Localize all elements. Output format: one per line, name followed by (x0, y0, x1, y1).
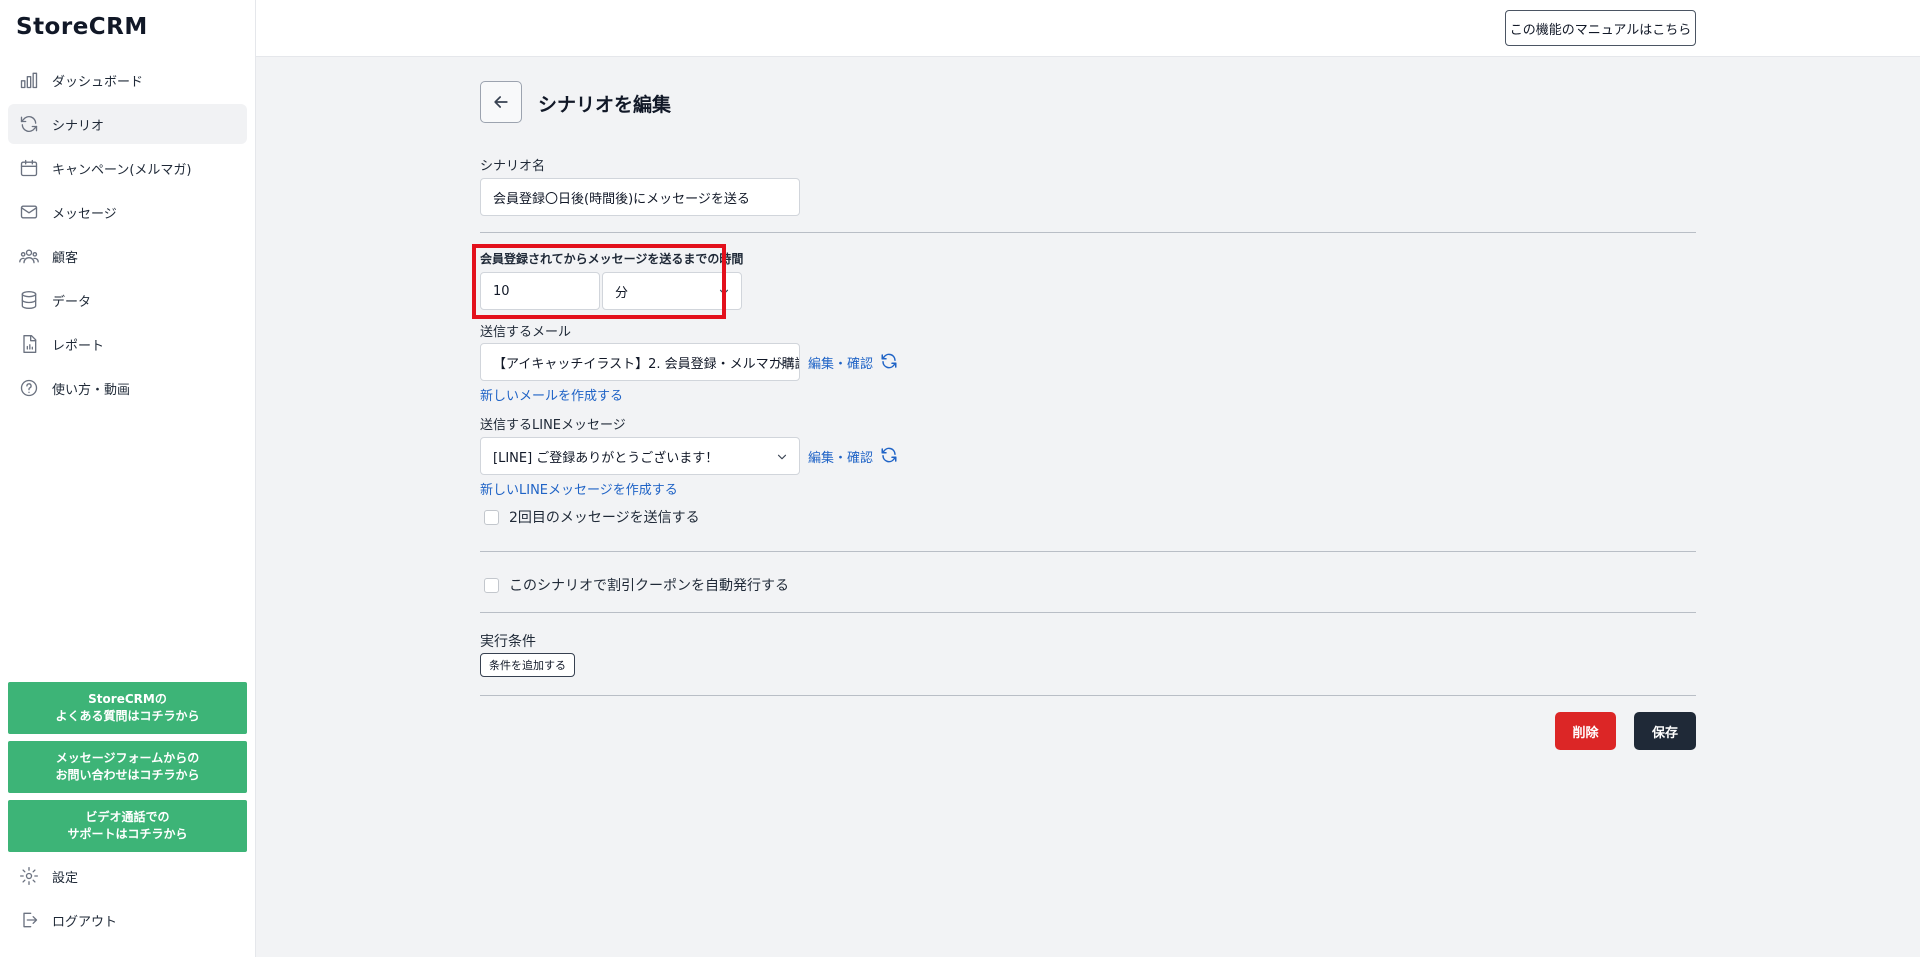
page-title: シナリオを編集 (538, 94, 672, 116)
sidebar-item-label: キャンペーン(メルマガ) (52, 162, 192, 178)
divider (480, 695, 1696, 696)
conditions-label: 実行条件 (480, 634, 536, 650)
save-button[interactable]: 保存 (1634, 712, 1696, 750)
chart-icon (18, 69, 40, 91)
logout-icon (18, 909, 40, 931)
back-button[interactable] (480, 81, 522, 123)
video-support-button[interactable]: ビデオ通話での サポートはコチラから (8, 800, 247, 852)
divider (480, 232, 1696, 233)
support-line: メッセージフォームからの (55, 751, 200, 765)
support-links: StoreCRMの よくある質問はコチラから メッセージフォームからの お問い合… (8, 682, 247, 859)
sidebar-bottom-nav: 設定 ログアウト (8, 856, 247, 944)
faq-button[interactable]: StoreCRMの よくある質問はコチラから (8, 682, 247, 734)
contact-form-button[interactable]: メッセージフォームからの お問い合わせはコチラから (8, 741, 247, 793)
sidebar-item-dashboard[interactable]: ダッシュボード (8, 60, 247, 100)
delete-button[interactable]: 削除 (1555, 712, 1616, 750)
manual-button[interactable]: この機能のマニュアルはこちら (1505, 10, 1696, 46)
sidebar-nav: ダッシュボード シナリオ キャンペーン(メルマガ) メッセージ 顧客 データ レ… (8, 60, 247, 412)
users-icon (18, 245, 40, 267)
sidebar-item-label: ログアウト (52, 914, 118, 930)
support-line: サポートはコチラから (67, 827, 188, 841)
sidebar-item-label: メッセージ (52, 206, 117, 222)
sidebar-item-label: 顧客 (52, 250, 79, 266)
sidebar: StoreCRM ダッシュボード シナリオ キャンペーン(メルマガ) メッセージ… (0, 0, 256, 957)
sidebar-item-data[interactable]: データ (8, 280, 247, 320)
email-selected-value: 【アイキャッチイラスト】2. 会員登録・メルマガ購読… (493, 356, 800, 372)
line-label: 送信するLINEメッセージ (480, 418, 626, 433)
gear-icon (18, 865, 40, 887)
line-edit-link[interactable]: 編集・確認 (808, 447, 873, 466)
app-root: StoreCRM ダッシュボード シナリオ キャンペーン(メルマガ) メッセージ… (0, 0, 1920, 957)
top-header: この機能のマニュアルはこちら (256, 0, 1920, 57)
sync-icon[interactable] (880, 352, 898, 370)
second-message-option[interactable]: 2回目のメッセージを送信する (484, 507, 700, 527)
new-line-link[interactable]: 新しいLINEメッセージを作成する (480, 479, 678, 498)
refresh-icon (18, 113, 40, 135)
mail-icon (18, 201, 40, 223)
sidebar-item-help[interactable]: 使い方・動画 (8, 368, 247, 408)
sidebar-item-label: レポート (52, 338, 105, 354)
database-icon (18, 289, 40, 311)
email-select[interactable]: 【アイキャッチイラスト】2. 会員登録・メルマガ購読… (480, 343, 800, 381)
email-edit-link[interactable]: 編集・確認 (808, 353, 873, 372)
sidebar-item-logout[interactable]: ログアウト (8, 900, 247, 940)
chevron-down-icon (775, 356, 789, 370)
sidebar-item-customers[interactable]: 顧客 (8, 236, 247, 276)
sidebar-item-label: 設定 (52, 870, 79, 886)
sidebar-item-scenario[interactable]: シナリオ (8, 104, 247, 144)
add-condition-button[interactable]: 条件を追加する (480, 653, 575, 677)
sidebar-item-report[interactable]: レポート (8, 324, 247, 364)
sidebar-item-label: データ (52, 294, 92, 310)
line-selected-value: [LINE] ご登録ありがとうございます！ (493, 450, 719, 466)
arrow-left-icon (494, 96, 508, 108)
email-label: 送信するメール (480, 325, 572, 340)
sidebar-item-label: ダッシュボード (52, 74, 144, 90)
divider (480, 612, 1696, 613)
app-logo[interactable]: StoreCRM (16, 14, 148, 40)
main-content: シナリオを編集 シナリオ名 会員登録されてからメッセージを送るまでの時間 分 送… (256, 57, 1920, 957)
second-message-label: 2回目のメッセージを送信する (509, 510, 700, 526)
support-line: StoreCRMの (88, 692, 167, 706)
highlight-box (472, 244, 726, 319)
line-select[interactable]: [LINE] ご登録ありがとうございます！ (480, 437, 800, 475)
new-email-link[interactable]: 新しいメールを作成する (480, 385, 623, 404)
sidebar-item-label: 使い方・動画 (52, 382, 131, 398)
support-line: お問い合わせはコチラから (55, 768, 200, 782)
calendar-icon (18, 157, 40, 179)
chevron-down-icon (775, 450, 789, 464)
help-icon (18, 377, 40, 399)
coupon-label: このシナリオで割引クーポンを自動発行する (509, 578, 789, 594)
sidebar-item-campaign[interactable]: キャンペーン(メルマガ) (8, 148, 247, 188)
second-message-checkbox[interactable] (484, 509, 499, 525)
coupon-checkbox[interactable] (484, 577, 499, 593)
sidebar-item-message[interactable]: メッセージ (8, 192, 247, 232)
sync-icon[interactable] (880, 446, 898, 464)
sidebar-item-settings[interactable]: 設定 (8, 856, 247, 896)
sidebar-item-label: シナリオ (52, 118, 105, 134)
divider (480, 551, 1696, 552)
scenario-name-input[interactable] (480, 178, 800, 216)
scenario-name-label: シナリオ名 (480, 159, 546, 174)
coupon-option[interactable]: このシナリオで割引クーポンを自動発行する (484, 575, 789, 595)
support-line: よくある質問はコチラから (55, 709, 200, 723)
support-line: ビデオ通話での (85, 810, 170, 824)
report-icon (18, 333, 40, 355)
